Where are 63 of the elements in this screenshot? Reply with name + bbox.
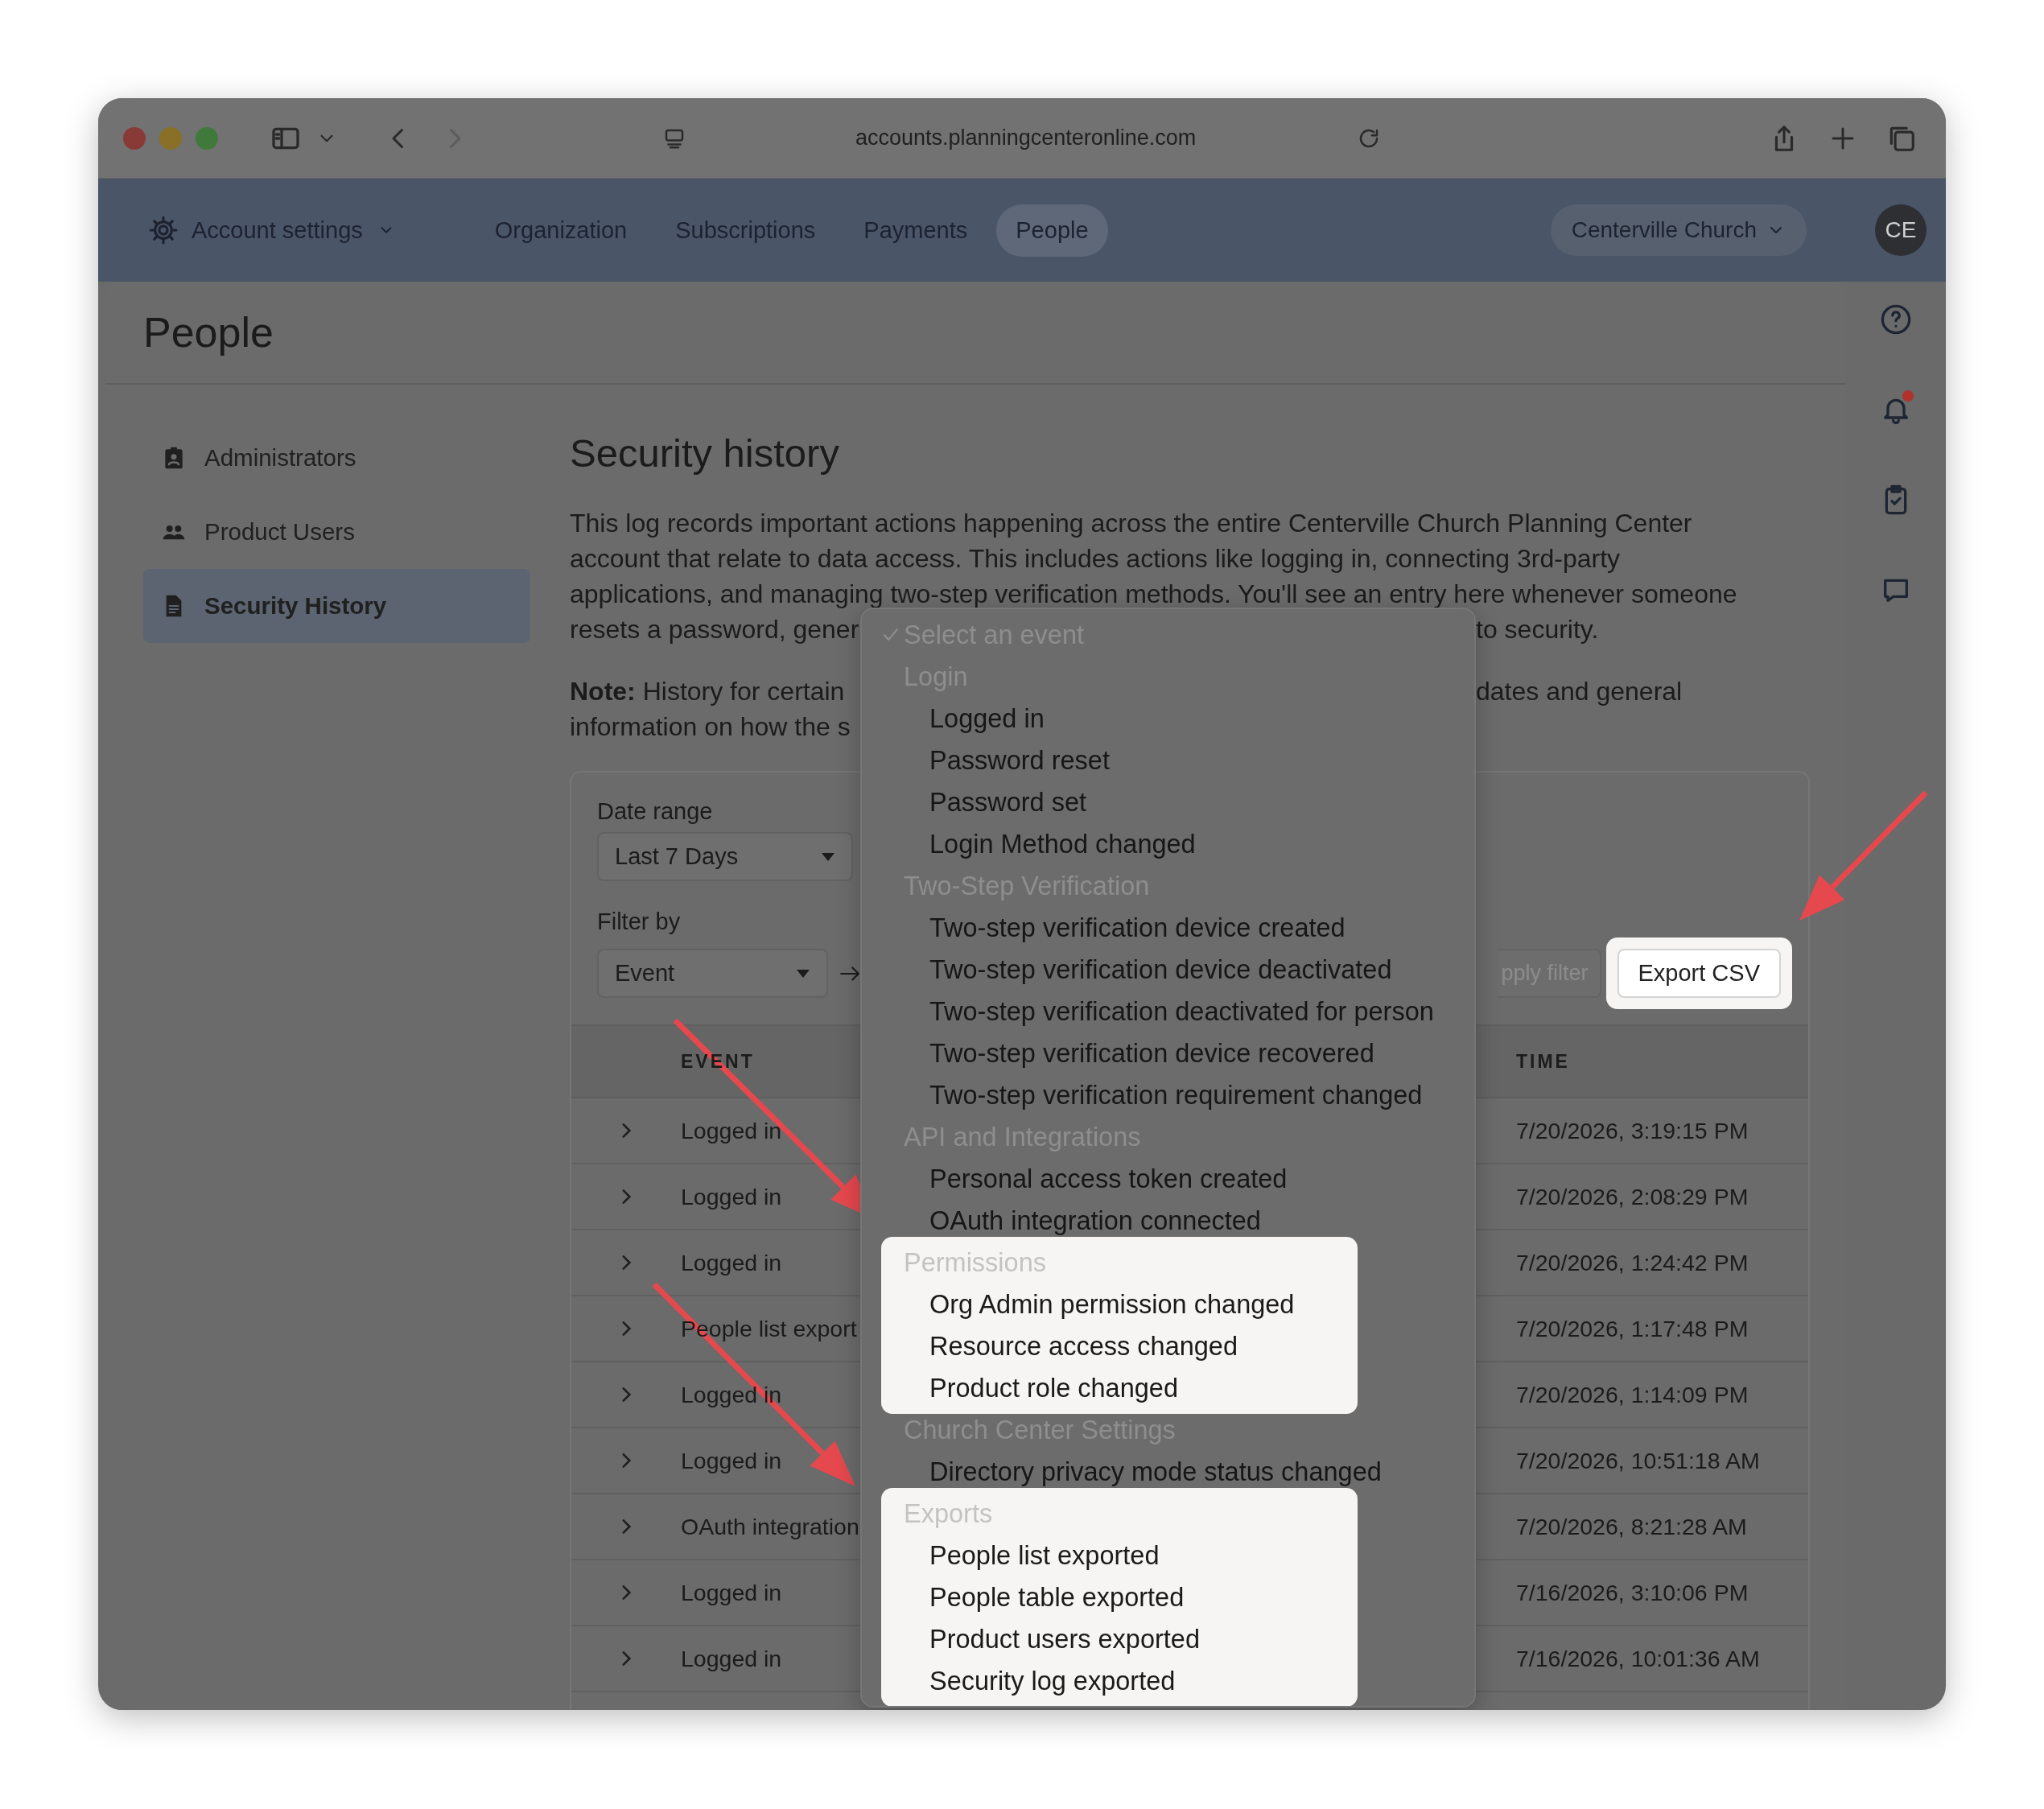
description-text: information on how the s (570, 711, 851, 743)
description-text: to security. (1476, 614, 1599, 645)
table-cell: Logged in (681, 1447, 782, 1473)
column-header: TIME (1516, 1050, 1570, 1072)
sidebar-item[interactable]: Product Users (143, 495, 530, 569)
table-cell: 7/16/2026, 10:01:36 AM (1516, 1645, 1760, 1671)
dropdown-option[interactable]: Two-step verification requirement changed (929, 1080, 1423, 1111)
caret-icon (821, 851, 835, 862)
dropdown-option[interactable]: Two-step verification device deactivated (929, 954, 1392, 985)
sidebar-item[interactable]: Administrators (143, 421, 530, 495)
table-cell: Logged in (681, 1381, 782, 1407)
address-bar[interactable]: accounts.planningcenteronline.com (855, 126, 1197, 150)
help-icon (1880, 303, 1912, 336)
table-cell: OAuth integration (681, 1513, 859, 1539)
dropdown-option[interactable]: Org Admin permission changed (929, 1289, 1295, 1320)
description-text: dates and general (1476, 676, 1683, 707)
description-text: applications, and managing two-step verification methods. You'll see an entry here whenever someone (570, 579, 1737, 610)
table-cell: Logged in (681, 1183, 782, 1209)
description-text: Note: History for certain (570, 676, 846, 707)
dropdown-option[interactable]: People list exported (929, 1540, 1160, 1571)
dropdown-option[interactable]: Login Method changed (929, 829, 1196, 859)
table-cell: 7/16/2026, 3:10:06 PM (1516, 1579, 1749, 1605)
field-label: Filter by (597, 908, 681, 936)
description-text: resets a password, gener (570, 614, 860, 645)
dropdown-option[interactable]: Resource access changed (929, 1331, 1238, 1362)
table-cell: Logged in (681, 1117, 782, 1144)
table-cell: 7/20/2026, 1:17:48 PM (1516, 1315, 1749, 1341)
dropdown-option[interactable]: Security log exported (929, 1666, 1176, 1696)
table-cell: Logged in (681, 1579, 782, 1605)
table-cell: 7/20/2026, 3:19:15 PM (1516, 1117, 1749, 1144)
date-range-select[interactable]: Last 7 Days (597, 832, 853, 881)
table-cell: 7/20/2026, 10:51:18 AM (1516, 1447, 1760, 1473)
dropdown-option[interactable]: OAuth integration connected (929, 1205, 1261, 1236)
dropdown-option[interactable]: People table exported (929, 1582, 1185, 1613)
nav-tab[interactable]: People (996, 204, 1108, 257)
export-csv-button[interactable]: Export CSV (1617, 949, 1781, 998)
table-cell: Logged in (681, 1645, 782, 1671)
dropdown-option[interactable]: Two-step verification device created (929, 913, 1345, 943)
table-cell: 7/20/2026, 8:21:28 AM (1516, 1513, 1747, 1539)
dropdown-option[interactable]: Two-step verification device recovered (929, 1038, 1374, 1069)
organization-switcher[interactable]: Centerville Church (1550, 204, 1807, 256)
table-cell: 7/20/2026, 1:14:09 PM (1516, 1381, 1749, 1407)
table-cell: 7/20/2026, 1:24:42 PM (1516, 1249, 1749, 1275)
filter-by-select[interactable]: Event (597, 949, 828, 998)
user-avatar[interactable]: CE (1875, 204, 1927, 256)
dropdown-option[interactable]: Personal access token created (929, 1164, 1288, 1194)
table-cell: 7/20/2026, 2:08:29 PM (1516, 1183, 1749, 1209)
section-title: Security history (570, 431, 840, 476)
description-text: This log records important actions happening across the entire Centerville Church Planning Center (570, 508, 1692, 539)
description-text: account that relate to data access. This includes actions like logging in, connecting 3rd-party (570, 543, 1621, 575)
table-cell: Logged in (681, 1249, 782, 1275)
settings-icon (148, 215, 179, 245)
field-label: Date range (597, 797, 713, 826)
dropdown-option[interactable]: Product role changed (929, 1373, 1178, 1403)
sidebar-item[interactable]: Security History (143, 569, 530, 643)
dropdown-option[interactable]: Logged in (929, 703, 1045, 734)
dropdown-option[interactable]: Two-step verification deactivated for person (929, 996, 1434, 1027)
dropdown-option[interactable]: Password set (929, 787, 1087, 818)
page-title: People (143, 308, 274, 356)
dropdown-option[interactable]: Product users exported (929, 1624, 1200, 1654)
dropdown-option[interactable]: Directory privacy mode status changed (929, 1457, 1382, 1487)
caret-icon (796, 968, 810, 979)
dropdown-option[interactable]: Password reset (929, 745, 1110, 776)
